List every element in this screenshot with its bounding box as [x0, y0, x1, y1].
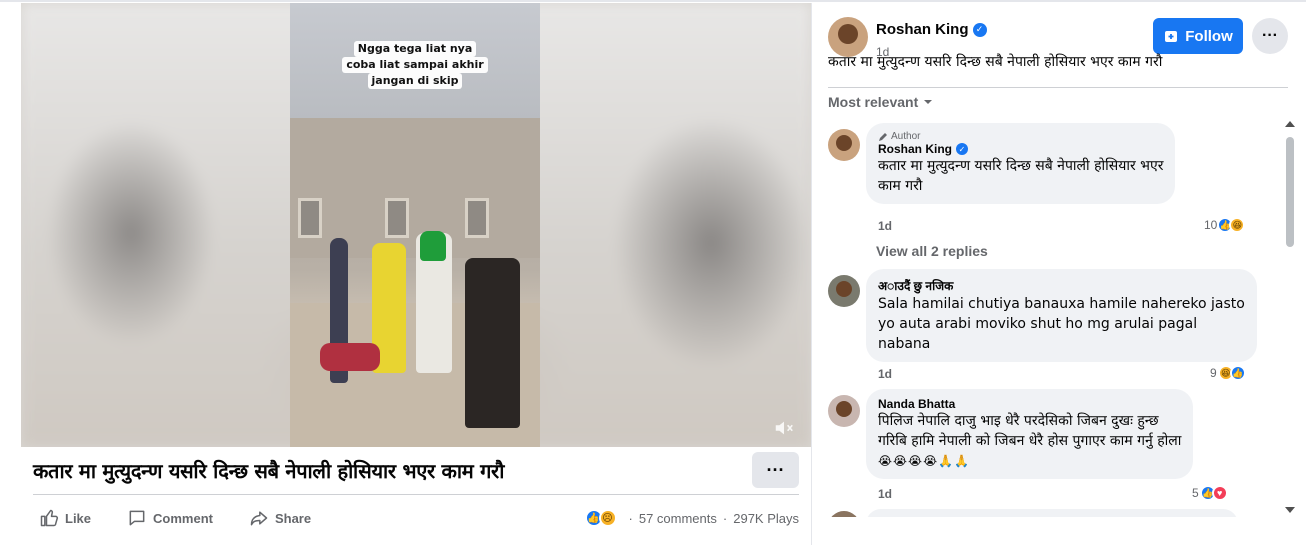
stats-separator: ·: [628, 510, 633, 526]
sad-reaction-icon: ☹: [598, 509, 617, 527]
comment-item-partial: [828, 509, 1268, 517]
video-frame[interactable]: Ngga tega liat nya coba liat sampai akhi…: [290, 3, 540, 447]
post-more-button[interactable]: ···: [752, 452, 799, 488]
post-title: कतार मा मुत्युदन्ण यसरि दिन्छ सबै नेपाली…: [33, 459, 505, 483]
video-carpet: [320, 343, 380, 371]
like-button[interactable]: Like: [33, 504, 97, 532]
like-reaction-icon: 👍: [1229, 365, 1246, 381]
comment-text-line: गरिबि हामि नेपाली को जिबन धेरै होस पुगाए…: [878, 433, 1182, 449]
follow-label: Follow: [1185, 27, 1233, 45]
author-tag-label: Author: [891, 131, 921, 142]
comment-item: Nanda Bhatta पिलिज नेपालि दाजु भाइ धेरै …: [828, 389, 1268, 509]
commenter-name[interactable]: अाउदैं छु नजिक: [878, 277, 953, 294]
video-caption-overlay: Ngga tega liat nya coba liat sampai akhi…: [290, 41, 540, 89]
share-label: Share: [274, 510, 312, 526]
reaction-summary[interactable]: 👍 ☹: [584, 509, 617, 527]
verified-badge-icon: ✓: [956, 143, 968, 155]
share-button[interactable]: Share: [243, 504, 317, 532]
speaker-muted-icon[interactable]: [773, 417, 795, 439]
comment-reaction-count: 5: [1192, 486, 1199, 500]
share-icon: [250, 511, 268, 526]
commenter-avatar[interactable]: [828, 129, 860, 161]
comment-text-line: Sala hamilai chutiya banauxa hamile nahe…: [878, 296, 1245, 312]
comment-timestamp[interactable]: 1d: [878, 367, 892, 381]
comment-emoji-line: 😭😭😭😭🙏🙏: [878, 454, 970, 468]
thumbs-up-icon: [40, 509, 59, 527]
comments-scrollbar[interactable]: [1283, 117, 1297, 517]
comment-bubble: Nanda Bhatta पिलिज नेपालि दाजु भाइ धेरै …: [866, 389, 1194, 479]
sidebar-divider: [828, 87, 1288, 88]
post-description: कतार मा मुत्युदन्ण यसरि दिन्छ सबै नेपाली…: [828, 54, 1163, 70]
comments-count[interactable]: 57 comments: [639, 511, 717, 526]
facebook-video-page: Ngga tega liat nya coba liat sampai akhi…: [0, 0, 1306, 545]
commenter-avatar[interactable]: [828, 395, 860, 427]
plays-count: 297K Plays: [733, 510, 799, 526]
comment-item: अाउदैं छु नजिक Sala hamilai chutiya bana…: [828, 269, 1268, 389]
video-window: [298, 198, 322, 238]
comment-bubble: Author Roshan King ✓ कतार मा मुत्युदन्ण …: [866, 123, 1176, 204]
view-replies-link[interactable]: View all 2 replies: [876, 243, 988, 259]
comment-text-line: कतार मा मुत्युदन्ण यसरि दिन्छ सबै नेपाली…: [878, 158, 1164, 174]
author-name-row: Roshan King ✓: [876, 21, 987, 38]
post-action-bar: Like Comment Share: [33, 503, 341, 533]
pencil-icon: [879, 132, 887, 141]
comment-reaction-count: 10: [1204, 218, 1218, 232]
comment-text-line: nabana: [878, 336, 931, 352]
commenter-name[interactable]: Nanda Bhatta: [878, 397, 955, 411]
comment-reactions[interactable]: 10 👍 😆: [1204, 217, 1246, 233]
commenter-avatar[interactable]: [828, 511, 860, 517]
post-divider: [33, 494, 799, 495]
video-caption-line: jangan di skip: [367, 73, 463, 89]
commenter-name-row: Nanda Bhatta: [878, 397, 1181, 411]
comment-button[interactable]: Comment: [121, 504, 219, 532]
comment-reactions[interactable]: 9 😆 👍: [1210, 365, 1246, 381]
top-divider: [0, 0, 1306, 2]
comment-bubble: अाउदैं छु नजिक Sala hamilai chutiya bana…: [866, 269, 1257, 362]
comment-icon: [129, 510, 145, 526]
love-reaction-icon: ♥: [1211, 485, 1228, 501]
video-caption-line: Ngga tega liat nya: [353, 41, 477, 57]
comment-text-line: काम गरौ: [878, 178, 923, 194]
video-window: [385, 198, 409, 238]
video-caption-line: coba liat sampai akhir: [342, 57, 488, 73]
comment-reactions[interactable]: 5 👍 ♥: [1192, 485, 1228, 501]
author-avatar[interactable]: [828, 17, 868, 57]
follow-button[interactable]: Follow: [1153, 18, 1243, 54]
comment-list: Author Roshan King ✓ कतार मा मुत्युदन्ण …: [812, 117, 1284, 517]
comment-text-line: पिलिज नेपालि दाजु भाइ धेरै परदेसिको जिबन…: [878, 413, 1159, 429]
like-label: Like: [65, 510, 92, 526]
comments-sidebar: Roshan King ✓ 1d Follow ··· कतार मा मुत्…: [811, 3, 1306, 545]
video-person-green-hood: [420, 231, 446, 261]
video-building-wall: [290, 118, 540, 258]
haha-reaction-icon: 😆: [1229, 217, 1246, 233]
sort-label: Most relevant: [828, 94, 919, 110]
video-person: [465, 258, 520, 428]
comment-timestamp[interactable]: 1d: [878, 219, 892, 233]
sidebar-more-button[interactable]: ···: [1252, 18, 1288, 54]
post-stats: 👍 ☹ · 57 comments · 297K Plays: [584, 503, 799, 533]
comment-timestamp[interactable]: 1d: [878, 487, 892, 501]
scroll-down-arrow-icon[interactable]: [1285, 507, 1295, 513]
caret-down-icon: [924, 100, 933, 104]
verified-badge-icon: ✓: [972, 22, 987, 37]
stats-separator: ·: [722, 510, 728, 526]
follow-page-icon: [1165, 31, 1178, 42]
comment-bubble: [866, 509, 1238, 517]
comment-reaction-count: 9: [1210, 366, 1217, 380]
comment-text-line: yo auta arabi moviko shut ho mg arulai p…: [878, 316, 1198, 332]
commenter-name[interactable]: Roshan King: [878, 142, 952, 156]
scroll-up-arrow-icon[interactable]: [1285, 121, 1295, 127]
comment-label: Comment: [153, 510, 213, 526]
scrollbar-thumb[interactable]: [1286, 137, 1294, 247]
video-window: [465, 198, 489, 238]
commenter-avatar[interactable]: [828, 275, 860, 307]
author-name[interactable]: Roshan King: [876, 21, 969, 38]
author-tag: Author: [878, 131, 1163, 142]
comment-sort-dropdown[interactable]: Most relevant: [828, 94, 934, 110]
video-player[interactable]: Ngga tega liat nya coba liat sampai akhi…: [21, 3, 811, 447]
commenter-name-row: Roshan King ✓: [878, 142, 1163, 156]
commenter-name-row: अाउदैं छु नजिक: [878, 277, 1245, 294]
